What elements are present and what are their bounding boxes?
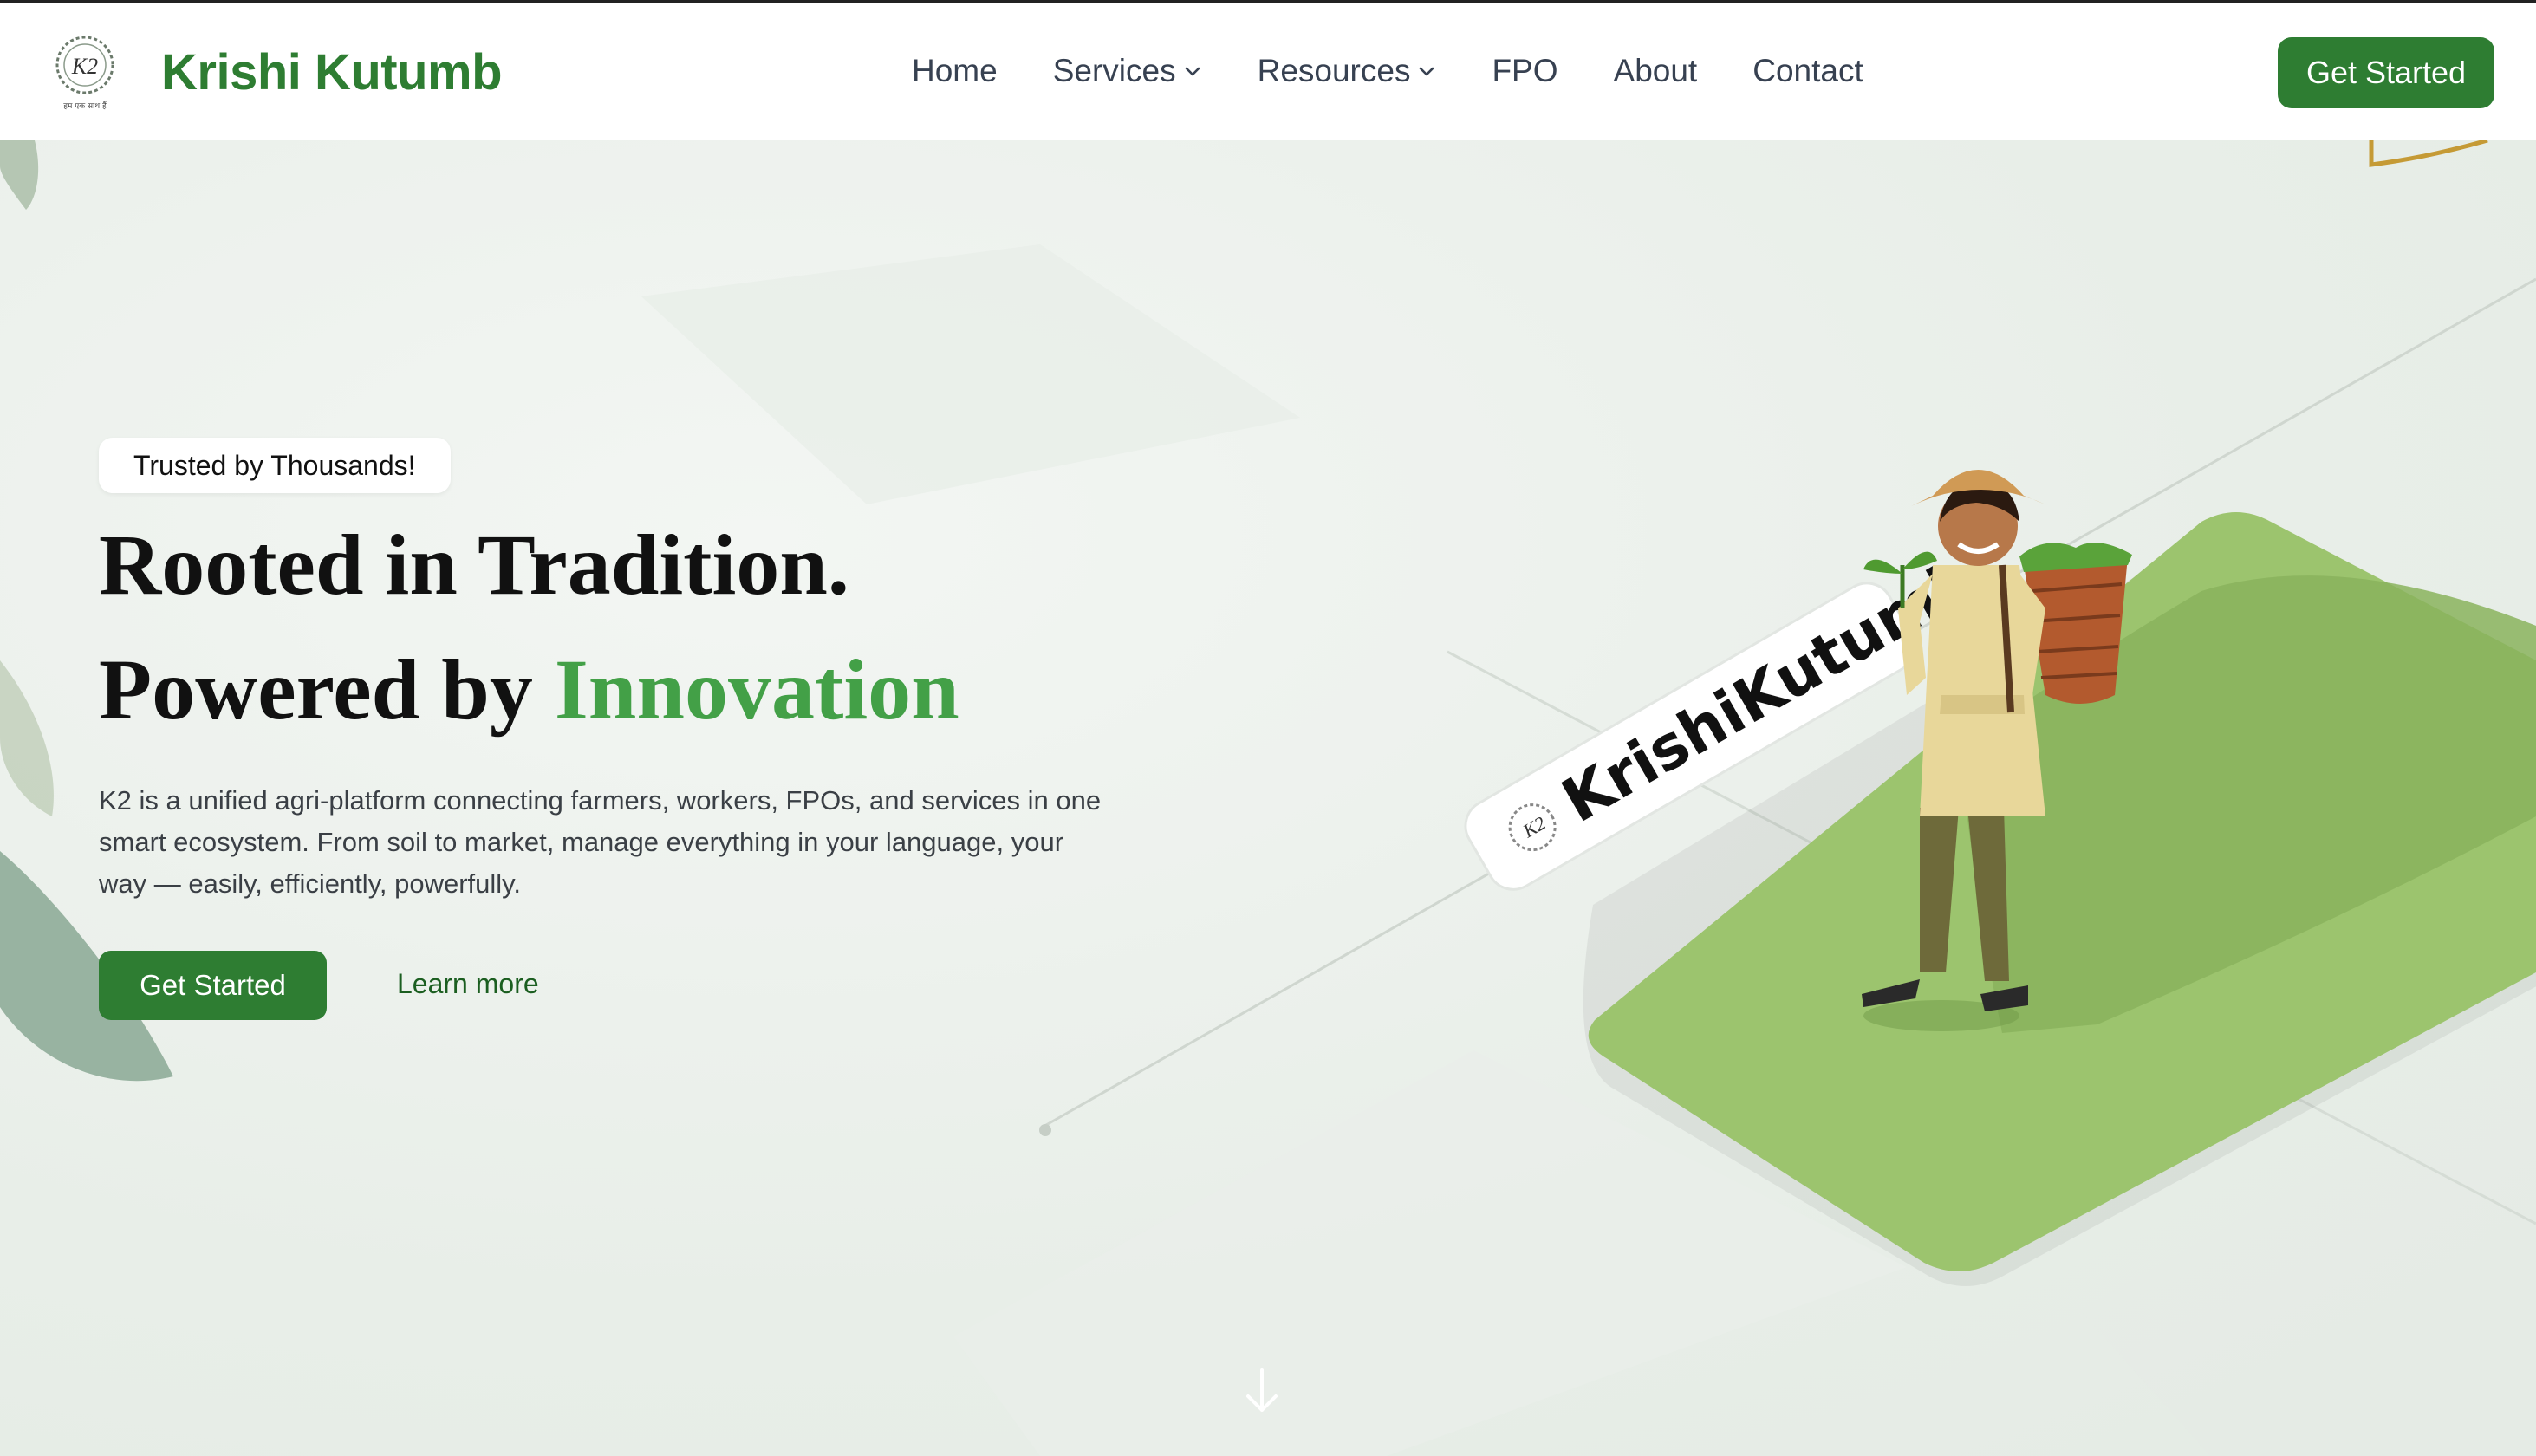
nav-fpo[interactable]: FPO — [1492, 53, 1557, 89]
svg-text:हम एक साथ हैं: हम एक साथ हैं — [63, 101, 107, 111]
k2-logo-icon: K2 हम एक साथ हैं — [49, 30, 121, 114]
nav-resources-label: Resources — [1257, 53, 1411, 88]
get-started-hero-button[interactable]: Get Started — [99, 951, 327, 1020]
hero-title-accent: Innovation — [554, 641, 959, 738]
top-navbar: K2 हम एक साथ हैं Krishi Kutumb Home Serv… — [0, 0, 2536, 140]
trusted-badge: Trusted by Thousands! — [99, 438, 451, 493]
nav-contact[interactable]: Contact — [1752, 53, 1863, 89]
nav-home[interactable]: Home — [912, 53, 998, 89]
main-menu: Home Services Resources FPO About Contac… — [912, 53, 1919, 89]
chevron-down-icon — [1420, 67, 1434, 76]
arrow-down-icon[interactable] — [1241, 1367, 1283, 1415]
nav-resources[interactable]: Resources — [1258, 53, 1437, 89]
brand-name: Krishi Kutumb — [161, 43, 503, 101]
nav-contact-label: Contact — [1752, 53, 1863, 88]
nav-fpo-label: FPO — [1492, 53, 1558, 88]
nav-home-label: Home — [912, 53, 998, 88]
brand-link[interactable]: K2 हम एक साथ हैं Krishi Kutumb — [49, 30, 503, 114]
nav-services-label: Services — [1052, 53, 1176, 88]
nav-about[interactable]: About — [1614, 53, 1698, 89]
hero-description: K2 is a unified agri-platform connecting… — [99, 785, 1102, 899]
learn-more-link[interactable]: Learn more — [397, 968, 539, 1000]
hero-title-line2: Powered by Innovation — [99, 647, 959, 733]
nav-services[interactable]: Services — [1053, 53, 1202, 89]
nav-about-label: About — [1613, 53, 1698, 88]
chevron-down-icon — [1185, 67, 1200, 76]
hero-title-line1: Rooted in Tradition. — [99, 517, 849, 613]
hero-section: K2 KrishiKutumb Trusted by Thousands! Ro… — [0, 140, 2536, 1456]
get-started-nav-button[interactable]: Get Started — [2278, 37, 2494, 108]
hero-title-prefix: Powered by — [99, 641, 555, 738]
svg-text:K2: K2 — [71, 54, 98, 79]
